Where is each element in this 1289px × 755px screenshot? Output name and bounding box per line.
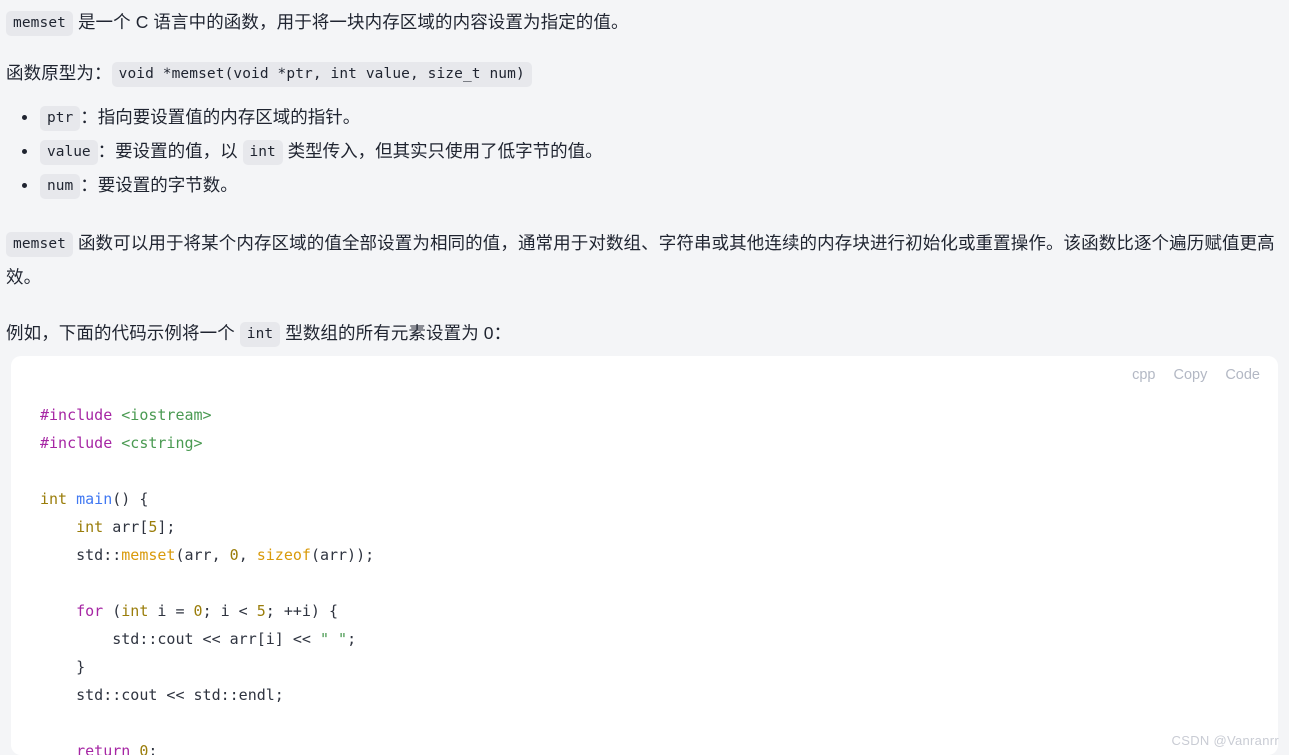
code-block-header: cpp Copy Code xyxy=(11,356,1278,394)
intro-paragraph: memset 是一个 C 语言中的函数，用于将一块内存区域的内容设置为指定的值。 xyxy=(0,0,1289,39)
arg-num-text: ：要设置的字节数。 xyxy=(80,175,238,195)
list-item: value ：要设置的值，以 int 类型传入，但其实只使用了低字节的值。 xyxy=(14,134,1289,168)
arg-value-text-after: 类型传入，但其实只使用了低字节的值。 xyxy=(282,141,603,161)
example-text-before: 例如，下面的代码示例将一个 xyxy=(6,323,240,343)
prototype-paragraph: 函数原型为： void *memset(void *ptr, int value,… xyxy=(0,39,1289,90)
code-language-label: cpp xyxy=(1132,367,1156,383)
code-button[interactable]: Code xyxy=(1225,367,1260,383)
example-text-after: 型数组的所有元素设置为 0： xyxy=(280,323,512,343)
inline-code-memset: memset xyxy=(6,11,73,36)
arg-value-text-before: ：要设置的值，以 xyxy=(97,141,243,161)
inline-code-prototype: void *memset(void *ptr, int value, size_… xyxy=(111,62,532,87)
inline-code-num: num xyxy=(40,174,81,199)
example-lead-paragraph: 例如，下面的代码示例将一个 int 型数组的所有元素设置为 0： xyxy=(0,294,1289,350)
code-block: cpp Copy Code #include <iostream> #inclu… xyxy=(11,356,1278,755)
prototype-label: 函数原型为： xyxy=(6,63,112,83)
code-content: #include <iostream> #include <cstring> i… xyxy=(40,406,375,755)
description-paragraph: memset 函数可以用于将某个内存区域的值全部设置为相同的值，通常用于对数组、… xyxy=(0,202,1289,294)
inline-code-memset-desc: memset xyxy=(6,232,73,257)
argument-list: ptr ：指向要设置值的内存区域的指针。 value ：要设置的值，以 int 类型… xyxy=(0,100,1289,202)
list-item: ptr ：指向要设置值的内存区域的指针。 xyxy=(14,100,1289,134)
inline-code-int-example: int xyxy=(239,322,281,347)
description-text: 函数可以用于将某个内存区域的值全部设置为相同的值，通常用于对数组、字符串或其他连… xyxy=(6,233,1275,287)
inline-code-ptr: ptr xyxy=(40,106,81,131)
document-body: memset 是一个 C 语言中的函数，用于将一块内存区域的内容设置为指定的值。… xyxy=(0,0,1289,350)
arg-ptr-text: ：指向要设置值的内存区域的指针。 xyxy=(80,107,361,127)
intro-text: 是一个 C 语言中的函数，用于将一块内存区域的内容设置为指定的值。 xyxy=(72,12,629,32)
list-item: num ：要设置的字节数。 xyxy=(14,168,1289,202)
inline-code-value: value xyxy=(40,140,98,165)
copy-button[interactable]: Copy xyxy=(1173,367,1207,383)
inline-code-int-value: int xyxy=(242,140,283,165)
watermark: CSDN @Vanranrr xyxy=(1171,733,1279,748)
